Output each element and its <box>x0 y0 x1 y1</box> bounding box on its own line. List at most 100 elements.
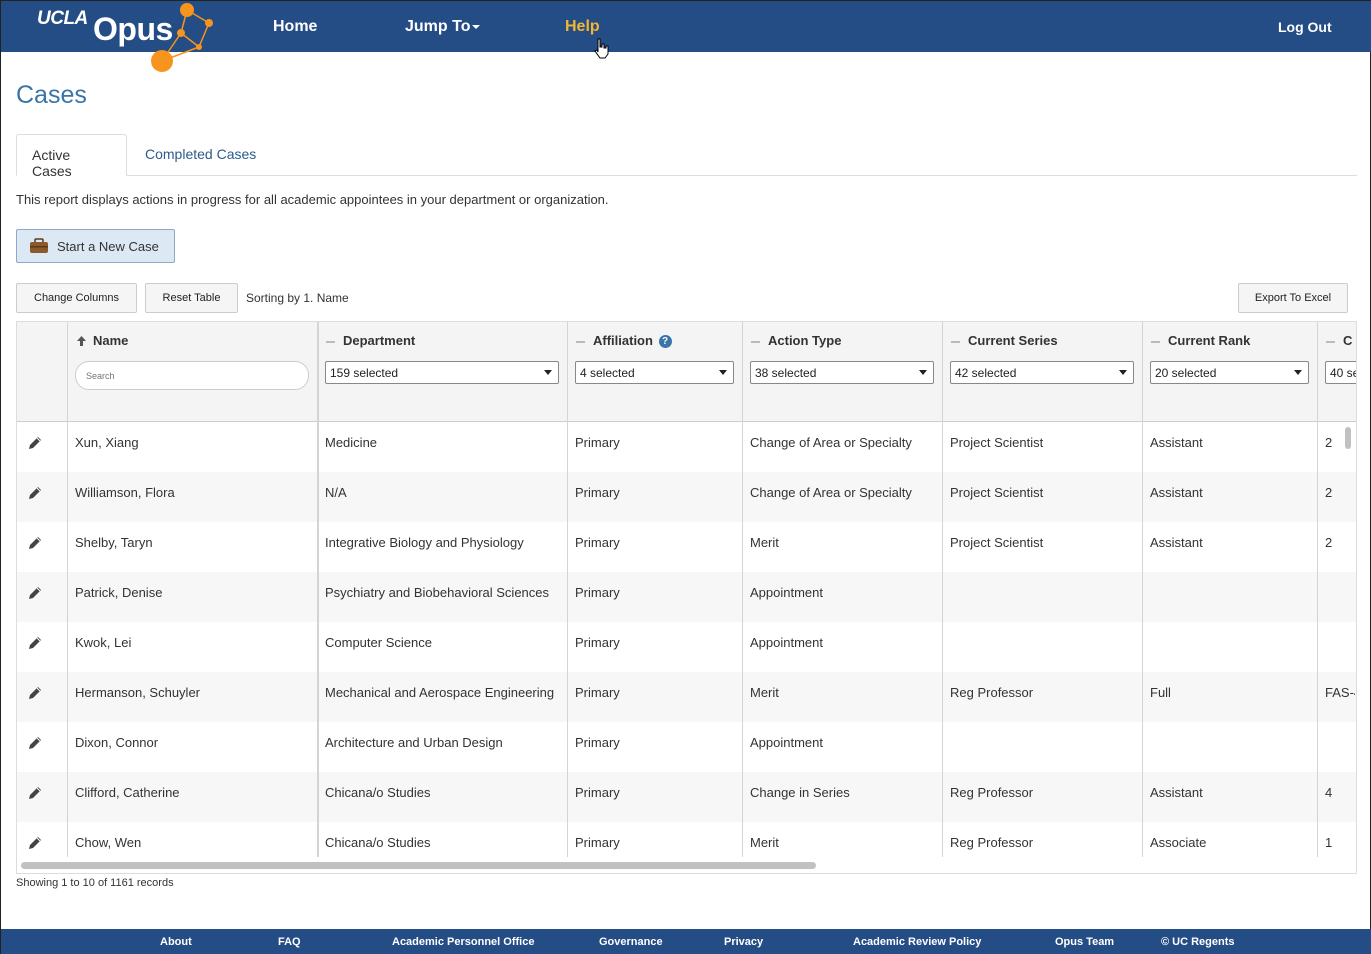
nav-home[interactable]: Home <box>273 18 317 36</box>
edit-pencil-icon[interactable] <box>28 636 42 650</box>
cell-current-rank: Associate <box>1150 835 1207 850</box>
cell-affiliation: Primary <box>575 685 620 700</box>
table-row[interactable]: Clifford, Catherine Chicana/o Studies Prim… <box>17 772 1356 822</box>
footer: About FAQ Academic Personnel Office Gove… <box>1 929 1371 954</box>
edit-pencil-icon[interactable] <box>28 486 42 500</box>
cell-next: 1 <box>1325 835 1333 850</box>
footer-link-about[interactable]: About <box>160 936 192 948</box>
cell-current-rank: Full <box>1150 685 1171 700</box>
edit-pencil-icon[interactable] <box>28 686 42 700</box>
horizontal-scrollbar[interactable] <box>21 862 816 869</box>
reset-table-button[interactable]: Reset Table <box>145 283 238 313</box>
cases-table: Name Department 159 selected Affiliation… <box>16 321 1357 874</box>
start-new-case-button[interactable]: Start a New Case <box>16 229 175 263</box>
cell-action-type: Appointment <box>750 635 823 650</box>
table-row[interactable]: Patrick, Denise Psychiatry and Biobehavio… <box>17 572 1356 622</box>
cell-action-type: Change in Series <box>750 785 850 800</box>
cell-name: Dixon, Connor <box>75 735 159 750</box>
column-header-action-type[interactable]: Action Type <box>751 333 841 348</box>
cell-department: Psychiatry and Biobehavioral Sciences <box>325 585 550 600</box>
report-description: This report displays actions in progress… <box>16 192 609 207</box>
department-filter-select[interactable]: 159 selected <box>325 361 559 384</box>
cell-next: 2 <box>1325 485 1333 500</box>
column-header-next[interactable]: C <box>1326 333 1352 348</box>
table-row[interactable]: Kwok, Lei Computer Science Primary Appointm… <box>17 622 1356 672</box>
cell-current-rank: Assistant <box>1150 535 1203 550</box>
hand-cursor-icon <box>594 38 609 59</box>
affiliation-filter-value: 4 selected <box>580 366 635 380</box>
page-title: Cases <box>16 81 87 109</box>
nav-help[interactable]: Help <box>565 18 600 36</box>
footer-link-governance[interactable]: Governance <box>599 936 663 948</box>
table-row[interactable]: Xun, Xiang Medicine Primary Change of Area … <box>17 422 1356 472</box>
cell-affiliation: Primary <box>575 735 620 750</box>
unsorted-dash-icon <box>951 340 960 343</box>
current-series-filter-select[interactable]: 42 selected <box>950 361 1134 384</box>
cell-action-type: Change of Area or Specialty <box>750 435 912 450</box>
nav-log-out[interactable]: Log Out <box>1278 19 1332 35</box>
current-series-filter-value: 42 selected <box>955 366 1017 380</box>
table-row[interactable]: Shelby, Taryn Integrative Biology and Phy… <box>17 522 1356 572</box>
cell-current-rank: Assistant <box>1150 435 1203 450</box>
edit-pencil-icon[interactable] <box>28 536 42 550</box>
opus-logo[interactable]: UCLA Opus <box>31 1 221 73</box>
footer-copyright: © UC Regents <box>1161 936 1235 948</box>
cell-name: Shelby, Taryn <box>75 535 153 550</box>
records-count: Showing 1 to 10 of 1161 records <box>16 877 174 889</box>
change-columns-button[interactable]: Change Columns <box>16 283 137 313</box>
column-title-current-rank: Current Rank <box>1168 333 1251 348</box>
vertical-scrollbar[interactable] <box>1345 427 1351 449</box>
nav-jump-to-label: Jump To <box>405 18 471 35</box>
export-excel-button[interactable]: Export To Excel <box>1238 283 1348 313</box>
table-row[interactable]: Williamson, Flora N/A Primary Change of Are… <box>17 472 1356 522</box>
action-type-filter-value: 38 selected <box>755 366 817 380</box>
edit-pencil-icon[interactable] <box>28 736 42 750</box>
name-search-input[interactable] <box>75 361 309 390</box>
cell-current-series: Reg Professor <box>950 685 1034 700</box>
cell-next: 4 <box>1325 785 1333 800</box>
current-rank-filter-select[interactable]: 20 selected <box>1150 361 1309 384</box>
footer-link-faq[interactable]: FAQ <box>278 936 301 948</box>
unsorted-dash-icon <box>576 340 585 343</box>
logo-opus-text: Opus <box>93 11 173 47</box>
affiliation-filter-select[interactable]: 4 selected <box>575 361 734 384</box>
column-header-department[interactable]: Department <box>326 333 415 348</box>
column-divider <box>67 322 68 857</box>
next-filter-select[interactable]: 40 se <box>1325 361 1356 384</box>
unsorted-dash-icon <box>1151 340 1160 343</box>
footer-link-opus-team[interactable]: Opus Team <box>1055 936 1114 948</box>
cell-action-type: Merit <box>750 535 779 550</box>
footer-link-review-policy[interactable]: Academic Review Policy <box>853 936 981 948</box>
sorting-status: Sorting by 1. Name <box>246 291 349 305</box>
cell-action-type: Merit <box>750 685 779 700</box>
column-header-affiliation[interactable]: Affiliation ? <box>576 333 672 348</box>
footer-link-privacy[interactable]: Privacy <box>724 936 763 948</box>
cell-department: Architecture and Urban Design <box>325 735 503 750</box>
action-type-filter-select[interactable]: 38 selected <box>750 361 934 384</box>
tab-active-cases[interactable]: Active Cases <box>16 134 127 179</box>
tab-completed-cases[interactable]: Completed Cases <box>130 134 271 176</box>
dropdown-arrow-icon <box>544 370 552 375</box>
cell-name: Hermanson, Schuyler <box>75 685 200 700</box>
dropdown-arrow-icon <box>919 370 927 375</box>
footer-link-apo[interactable]: Academic Personnel Office <box>392 936 534 948</box>
nav-jump-to[interactable]: Jump To <box>405 18 481 36</box>
cell-current-series: Project Scientist <box>950 485 1044 500</box>
dropdown-arrow-icon <box>719 370 727 375</box>
cell-action-type: Merit <box>750 835 779 850</box>
column-header-name[interactable]: Name <box>77 333 128 348</box>
edit-pencil-icon[interactable] <box>28 586 42 600</box>
case-tabs: Active Cases Completed Cases <box>16 134 1357 179</box>
table-row[interactable]: Hermanson, Schuyler Mechanical and Aerosp… <box>17 672 1356 722</box>
edit-pencil-icon[interactable] <box>28 786 42 800</box>
unsorted-dash-icon <box>326 340 335 343</box>
edit-pencil-icon[interactable] <box>28 836 42 850</box>
help-question-icon[interactable]: ? <box>658 335 672 348</box>
column-header-current-rank[interactable]: Current Rank <box>1151 333 1250 348</box>
column-header-current-series[interactable]: Current Series <box>951 333 1058 348</box>
cell-affiliation: Primary <box>575 485 620 500</box>
column-title-department: Department <box>343 333 416 348</box>
edit-pencil-icon[interactable] <box>28 436 42 450</box>
table-row[interactable]: Dixon, Connor Architecture and Urban Desi… <box>17 722 1356 772</box>
cell-affiliation: Primary <box>575 835 620 850</box>
